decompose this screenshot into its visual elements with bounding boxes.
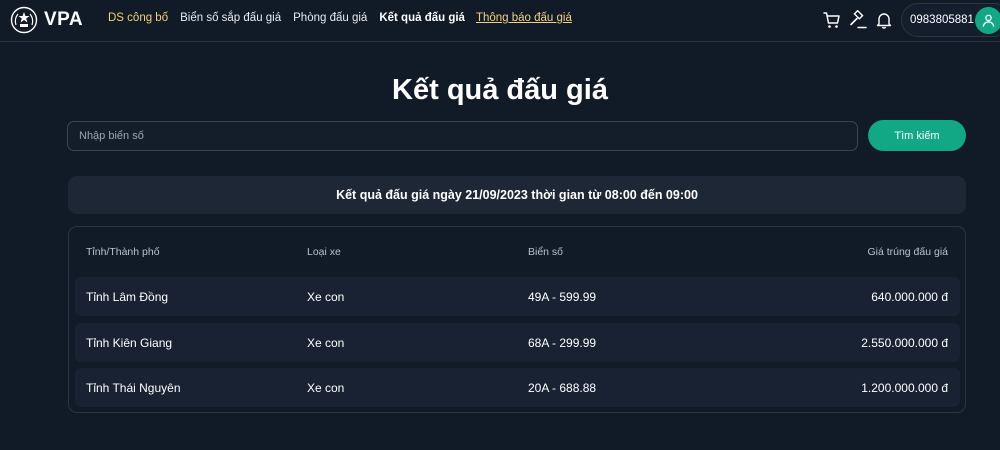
province-cell: Tỉnh Lâm Đồng — [86, 290, 169, 304]
vehicle-type-cell: Xe con — [307, 336, 345, 350]
table-row[interactable]: Tỉnh Thái Nguyên Xe con 20A - 688.88 1.2… — [75, 368, 960, 407]
emblem-icon — [10, 6, 38, 34]
column-header-vehicle-type: Loại xe — [307, 246, 341, 258]
table-header: Tỉnh/Thành phố Loại xe Biển số Giá trúng… — [69, 227, 965, 277]
cart-icon — [823, 12, 840, 28]
vpa-logo[interactable]: VPA — [10, 6, 83, 34]
column-header-plate: Biển số — [528, 246, 564, 258]
plate-cell: 20A - 688.88 — [528, 381, 597, 395]
price-cell: 640.000.000 đ — [871, 290, 948, 304]
user-phone: 0983805881 — [910, 14, 974, 26]
page-title: Kết quả đấu giá — [392, 74, 608, 106]
avatar — [975, 7, 1000, 34]
main-nav: DS công bố Biển số sắp đấu giá Phòng đấu… — [108, 12, 572, 24]
notifications-button[interactable] — [874, 10, 894, 30]
gavel-icon — [850, 10, 867, 29]
plate-cell: 49A - 599.99 — [528, 290, 597, 304]
price-cell: 1.200.000.000 đ — [861, 381, 948, 395]
vehicle-type-cell: Xe con — [307, 381, 345, 395]
auction-button[interactable] — [848, 10, 868, 30]
vehicle-type-cell: Xe con — [307, 290, 345, 304]
table-row[interactable]: Tỉnh Kiên Giang Xe con 68A - 299.99 2.55… — [75, 323, 960, 362]
nav-thong-bao-dau-gia[interactable]: Thông báo đấu giá — [476, 12, 572, 24]
brand-name: VPA — [44, 9, 84, 30]
column-header-province: Tỉnh/Thành phố — [86, 246, 160, 258]
plate-search-input[interactable] — [67, 121, 858, 151]
province-cell: Tỉnh Kiên Giang — [86, 336, 173, 350]
results-table: Tỉnh/Thành phố Loại xe Biển số Giá trúng… — [68, 226, 966, 413]
cart-button[interactable] — [822, 10, 842, 30]
user-menu[interactable]: 0983805881 — [901, 3, 1000, 37]
nav-bien-so-sap-dau-gia[interactable]: Biển số sắp đấu giá — [180, 12, 281, 24]
nav-phong-dau-gia[interactable]: Phòng đấu giá — [293, 12, 367, 24]
search-button[interactable]: Tìm kiếm — [868, 120, 966, 151]
user-icon — [982, 14, 995, 27]
province-cell: Tỉnh Thái Nguyên — [86, 381, 181, 395]
price-cell: 2.550.000.000 đ — [861, 336, 948, 350]
nav-ket-qua-dau-gia[interactable]: Kết quả đấu giá — [379, 12, 465, 24]
column-header-price: Giá trúng đấu giá — [867, 246, 948, 258]
top-navbar: VPA DS công bố Biển số sắp đấu giá Phòng… — [0, 0, 1000, 42]
bell-icon — [876, 13, 892, 29]
table-row[interactable]: Tỉnh Lâm Đồng Xe con 49A - 599.99 640.00… — [75, 277, 960, 316]
nav-ds-cong-bo[interactable]: DS công bố — [108, 12, 168, 24]
plate-cell: 68A - 299.99 — [528, 336, 597, 350]
auction-session-banner: Kết quả đấu giá ngày 21/09/2023 thời gia… — [68, 176, 966, 214]
